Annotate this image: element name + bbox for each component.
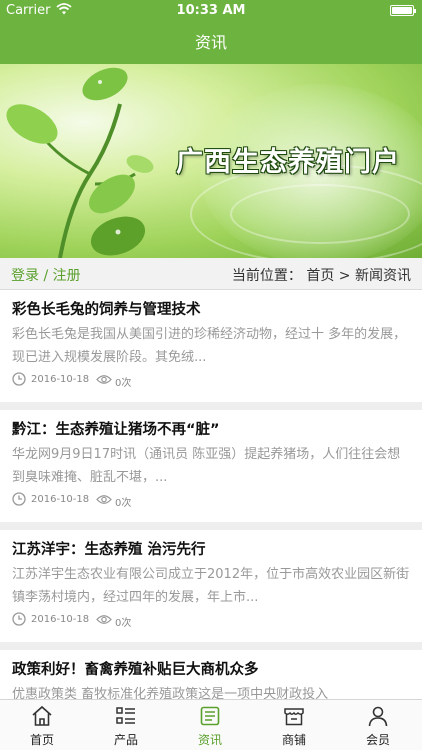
news-item[interactable]: 江苏洋宇：生态养殖 治污先行 江苏洋宇生态农业有限公司成立于2012年，位于市高…	[0, 530, 422, 642]
home-icon	[32, 705, 52, 726]
clock-icon	[12, 372, 26, 386]
news-date: 2016-10-18	[31, 614, 90, 625]
tab-label: 产品	[113, 733, 138, 747]
tab-store[interactable]: 商铺	[252, 700, 336, 750]
banner-image[interactable]: 广西生态养殖门户	[0, 64, 422, 258]
current-location: 当前位置： 首页 > 新闻资讯	[231, 268, 411, 284]
news-summary: 江苏洋宇生态农业有限公司成立于2012年，位于市高效农业园区新街镇李荡村境内，经…	[12, 567, 410, 605]
news-title: 政策利好！畜禽养殖补贴巨大商机众多	[12, 662, 259, 678]
news-title: 江苏洋宇：生态养殖 治污先行	[12, 542, 206, 558]
news-summary: 彩色长毛兔是我国从美国引进的珍稀经济动物，经过十 多年的发展，现已进入规模发展阶…	[12, 327, 407, 365]
banner-title: 广西生态养殖门户	[176, 147, 400, 178]
tab-bar: 首页 产品 资讯 商铺 会员	[0, 699, 422, 750]
clock-icon	[12, 612, 26, 626]
tab-label: 首页	[29, 733, 54, 747]
news-summary: 华龙网9月9日17时讯（通讯员 陈亚强）提起养猪场，人们往往会想到臭味难掩、脏乱…	[12, 447, 401, 485]
login-register-link[interactable]: 登录 / 注册	[11, 265, 81, 285]
list-icon	[116, 707, 135, 724]
news-date: 2016-10-18	[31, 494, 90, 505]
tab-label: 资讯	[197, 733, 222, 747]
tab-label: 会员	[365, 733, 390, 747]
clock-time: 10:33 AM	[176, 3, 246, 18]
battery-icon	[390, 5, 416, 16]
tab-member[interactable]: 会员	[336, 700, 420, 750]
clock-icon	[12, 492, 26, 506]
news-views: 0次	[115, 618, 132, 629]
news-title: 黔江：生态养殖让猪场不再“脏”	[12, 422, 220, 438]
user-icon	[368, 706, 388, 727]
news-item[interactable]: 彩色长毛兔的饲养与管理技术 彩色长毛兔是我国从美国引进的珍稀经济动物，经过十 多…	[0, 290, 422, 402]
eye-icon	[96, 375, 112, 384]
page-title: 资讯	[194, 33, 227, 52]
news-icon	[200, 706, 220, 726]
news-item[interactable]: 黔江：生态养殖让猪场不再“脏” 华龙网9月9日17时讯（通讯员 陈亚强）提起养猪…	[0, 410, 422, 522]
tab-products[interactable]: 产品	[84, 700, 168, 750]
nav-bar: 资讯	[0, 22, 422, 64]
news-views: 0次	[115, 378, 132, 389]
store-icon	[284, 708, 304, 726]
news-title: 彩色长毛兔的饲养与管理技术	[12, 302, 201, 318]
breadcrumb: 登录 / 注册 当前位置： 首页 > 新闻资讯	[0, 258, 422, 290]
tab-news[interactable]: 资讯	[168, 700, 252, 750]
eye-icon	[96, 615, 112, 624]
news-date: 2016-10-18	[31, 374, 90, 385]
tab-home[interactable]: 首页	[0, 700, 84, 750]
status-bar: Carrier 10:33 AM	[0, 0, 422, 22]
tab-label: 商铺	[281, 733, 306, 747]
eye-icon	[96, 495, 112, 504]
news-views: 0次	[115, 498, 132, 509]
